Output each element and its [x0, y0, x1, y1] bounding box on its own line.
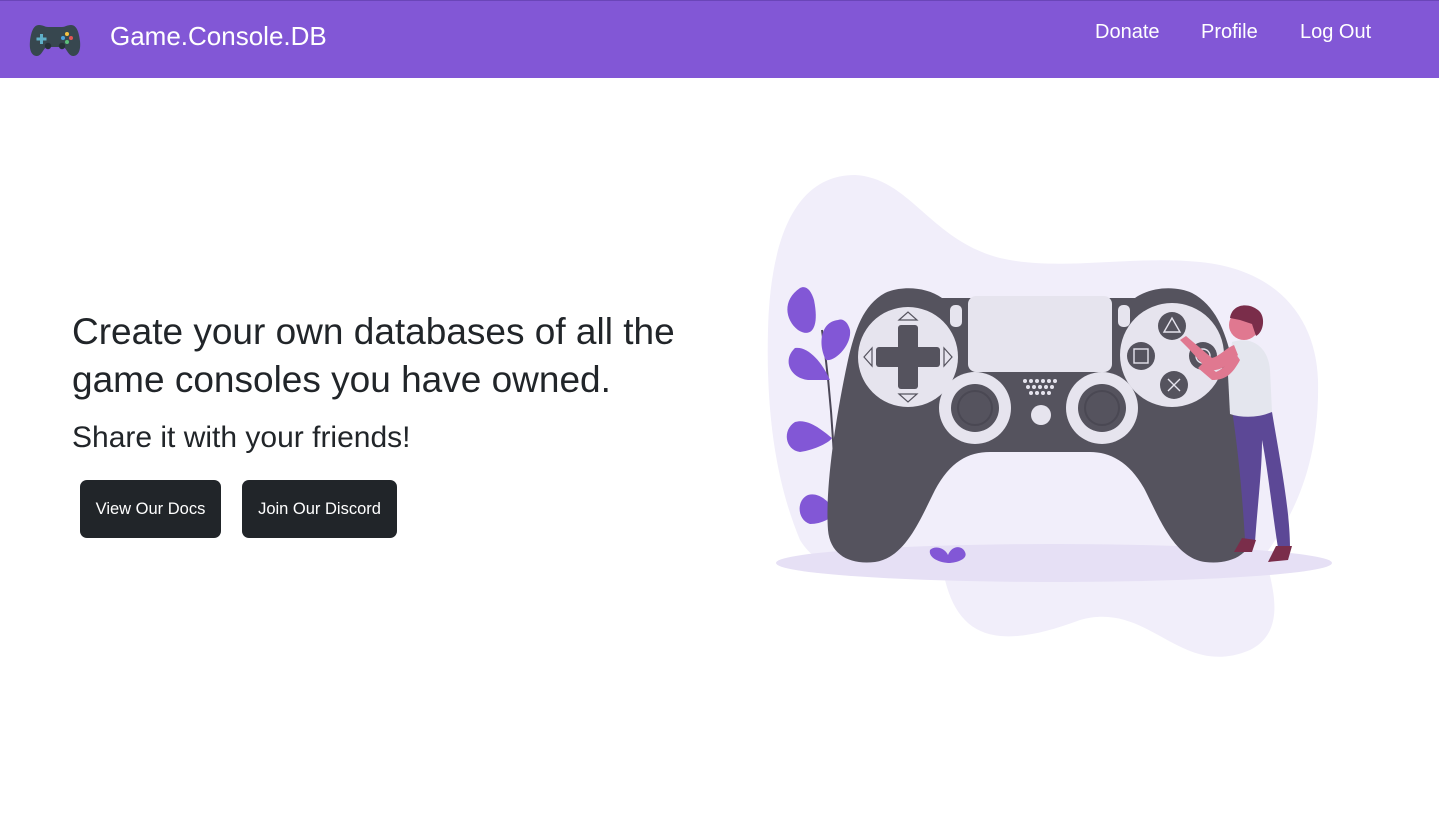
- nav-link-profile[interactable]: Profile: [1201, 21, 1258, 44]
- navbar: Game.Console.DB Donate Profile Log Out: [0, 0, 1439, 78]
- gamepad-icon[interactable]: [29, 19, 81, 59]
- hero-subheadline: Share it with your friends!: [72, 421, 411, 454]
- hero-headline: Create your own databases of all the gam…: [72, 311, 675, 400]
- brand-title[interactable]: Game.Console.DB: [110, 21, 327, 52]
- hero-illustration: [767, 175, 1332, 657]
- nav-link-donate[interactable]: Donate: [1095, 21, 1160, 44]
- join-discord-button[interactable]: Join Our Discord: [242, 480, 397, 538]
- view-docs-button[interactable]: View Our Docs: [80, 480, 221, 538]
- nav-link-logout[interactable]: Log Out: [1300, 21, 1371, 44]
